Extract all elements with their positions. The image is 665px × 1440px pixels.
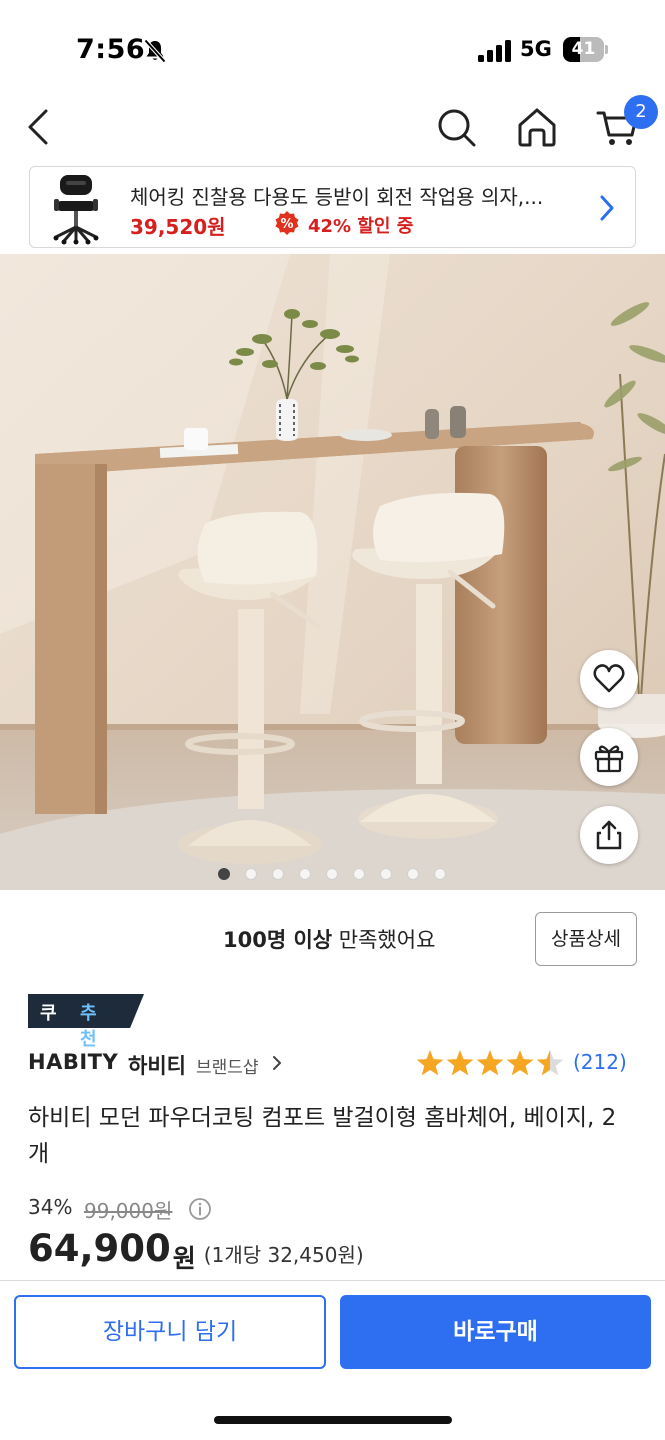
wishlist-button[interactable]	[580, 650, 638, 708]
buy-now-button[interactable]: 바로구매	[340, 1295, 651, 1369]
gallery-page-indicator	[0, 866, 665, 882]
chevron-right-icon[interactable]	[596, 191, 618, 225]
top-navigation: 2	[0, 95, 665, 160]
add-to-cart-button[interactable]: 장바구니 담기	[14, 1295, 326, 1369]
home-indicator	[214, 1416, 452, 1424]
battery-level: 41	[571, 39, 596, 59]
per-unit-price: (1개당 32,450원)	[203, 1243, 364, 1267]
cellular-signal-icon	[478, 40, 511, 62]
gallery-dot[interactable]	[299, 868, 311, 880]
gallery-dot[interactable]	[380, 868, 392, 880]
gallery-dot[interactable]	[353, 868, 365, 880]
badge-recommend-text: 추천	[80, 1003, 97, 1050]
sale-price-unit: 원	[172, 1244, 196, 1273]
back-arrow-icon[interactable]	[20, 105, 60, 149]
discount-rate: 34%	[28, 1195, 73, 1219]
satisfaction-count: 100명 이상	[223, 928, 333, 952]
banner-product-price: 39,520원	[130, 215, 226, 239]
share-icon	[596, 820, 622, 850]
product-photo	[0, 254, 665, 890]
banner-discount-text: 42% 할인 중	[308, 216, 414, 237]
star-icon	[536, 1050, 564, 1076]
bell-muted-icon	[144, 39, 166, 63]
badge-brand-text: 쿠팡	[40, 1003, 57, 1050]
brand-name-english[interactable]: HABITY	[28, 1050, 118, 1074]
rating-stars[interactable]	[415, 1049, 565, 1079]
product-detail-button[interactable]: 상품상세	[535, 912, 637, 966]
star-icon	[446, 1050, 474, 1076]
banner-product-title: 체어킹 진찰용 다용도 등받이 회전 작업용 의자,...	[130, 185, 544, 209]
brand-name-korean[interactable]: 하비티	[128, 1050, 186, 1080]
brand-shop-link[interactable]: 브랜드샵	[196, 1053, 259, 1078]
battery-icon: 41	[563, 37, 608, 63]
gift-icon	[594, 745, 624, 773]
product-title: 하비티 모던 파우더코팅 컴포트 발걸이형 홈바체어, 베이지, 2개	[28, 1105, 617, 1167]
satisfaction-text: 100명 이상 만족했어요	[223, 924, 435, 954]
svg-text:%: %	[280, 217, 293, 232]
recommended-product-banner[interactable]: 체어킹 진찰용 다용도 등받이 회전 작업용 의자,... 39,520원 % …	[29, 166, 636, 248]
office-chair-thumbnail	[53, 175, 99, 245]
original-price: 99,000원	[84, 1199, 173, 1223]
sale-price: 64,900	[28, 1227, 171, 1270]
gallery-dot[interactable]	[326, 868, 338, 880]
search-icon[interactable]	[434, 105, 478, 149]
cart-count-badge: 2	[624, 95, 658, 129]
review-count[interactable]: (212)	[573, 1050, 627, 1074]
star-icon	[506, 1050, 534, 1076]
star-icon	[416, 1050, 444, 1076]
info-icon[interactable]	[188, 1197, 212, 1221]
gallery-dot[interactable]	[434, 868, 446, 880]
heart-icon	[593, 664, 625, 693]
network-type: 5G	[520, 37, 552, 61]
status-bar: 7:56 5G 41	[0, 0, 665, 95]
brand-rating-row: HABITY 하비티 브랜드샵 (212)	[28, 1048, 638, 1078]
satisfaction-label: 만족했어요	[332, 928, 436, 952]
gallery-dot[interactable]	[245, 868, 257, 880]
gift-button[interactable]	[580, 728, 638, 786]
home-icon[interactable]	[515, 105, 559, 149]
star-icon	[476, 1050, 504, 1076]
status-time: 7:56	[76, 34, 146, 65]
discount-percent-icon: %	[275, 211, 299, 235]
share-button[interactable]	[580, 806, 638, 864]
gallery-dot[interactable]	[272, 868, 284, 880]
chevron-right-icon	[273, 1056, 281, 1070]
gallery-dot[interactable]	[218, 868, 230, 880]
product-image-gallery[interactable]	[0, 254, 665, 890]
gallery-dot[interactable]	[407, 868, 419, 880]
bottom-bar-divider	[0, 1280, 665, 1281]
